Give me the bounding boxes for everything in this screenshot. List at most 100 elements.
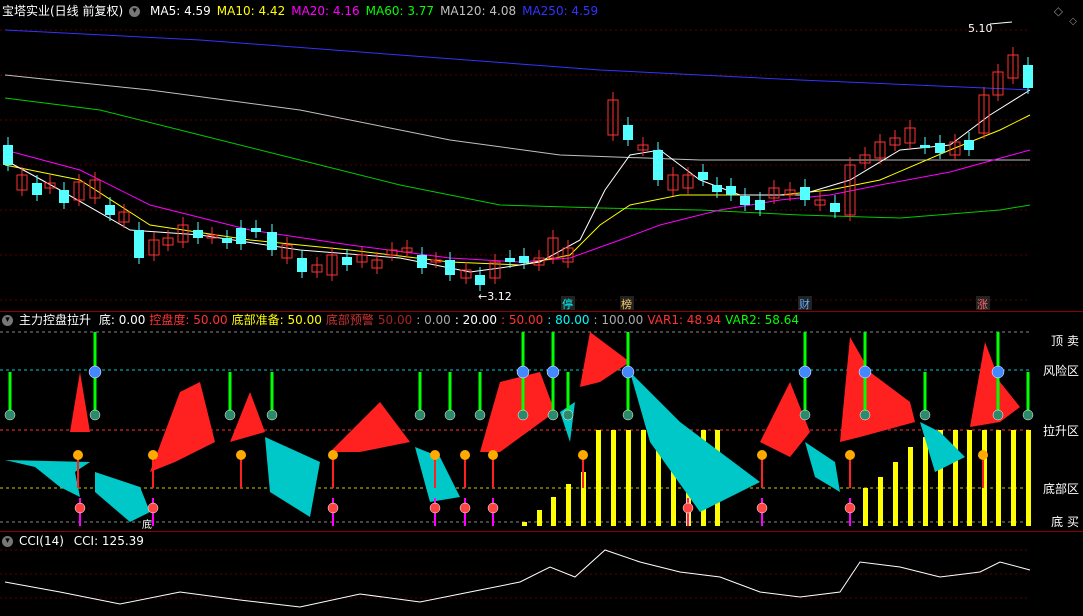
signal-dot — [859, 409, 871, 421]
event-marker: 榜 — [621, 297, 632, 311]
ma-legend: MA5: 4.59 MA10: 4.42 MA20: 4.16 MA60: 3.77 M… — [150, 4, 604, 18]
ind-bar — [1026, 430, 1031, 526]
buy-dot — [459, 502, 471, 514]
rise-dot — [488, 450, 498, 460]
rise-dot — [978, 450, 988, 460]
risk-dot — [798, 365, 812, 379]
rise-dot — [148, 450, 158, 460]
zone-rise: 拉升区 — [1042, 424, 1079, 438]
diamond-icon[interactable]: ◇ — [1054, 4, 1063, 18]
ma-legend-item: MA60: 3.77 — [365, 4, 435, 18]
ribbon-cyan — [805, 442, 840, 492]
indicator-value-item: : 50.00 — [501, 313, 544, 327]
indicator-value-item: 50.00 — [377, 313, 413, 327]
high-price-label: 5.10 — [968, 22, 993, 35]
rise-dot — [757, 450, 767, 460]
rise-dot — [460, 450, 470, 460]
ind-bar — [1011, 430, 1016, 526]
collapse-icon[interactable]: ▾ — [2, 315, 13, 326]
signal-dot — [224, 409, 236, 421]
ma-legend-item: MA5: 4.59 — [150, 4, 211, 18]
event-marker: 停 — [562, 297, 573, 311]
signal-dot — [474, 409, 486, 421]
risk-dot — [991, 365, 1005, 379]
candle-body — [105, 205, 115, 215]
cci-title: CCI(14) — [19, 534, 64, 548]
risk-dot — [516, 365, 530, 379]
ind-bar — [641, 430, 646, 526]
ribbon-cyan — [630, 372, 760, 512]
buy-dot — [844, 502, 856, 514]
risk-dot — [546, 365, 560, 379]
candle-body — [830, 203, 840, 212]
buy-dot — [327, 502, 339, 514]
indicator-value-item: VAR1: 48.94 — [647, 313, 722, 327]
rise-dot — [73, 450, 83, 460]
candle-body — [800, 187, 810, 200]
buy-dot — [756, 502, 768, 514]
candle-body — [3, 145, 13, 165]
ribbon-red — [840, 337, 915, 442]
ribbon-red — [330, 402, 410, 452]
ribbon-red — [70, 372, 90, 432]
collapse-icon[interactable]: ▾ — [129, 6, 141, 17]
high-price-arrow — [989, 21, 1013, 25]
expand-icon[interactable]: ◇ — [1069, 16, 1077, 27]
candle-body — [193, 230, 203, 238]
price-chart-pane[interactable]: 5.10 ←3.12 停 榜 财 涨 宝塔实业(日线 前复权) ▾ MA5: 4.59 MA1… — [0, 0, 1083, 312]
zone-top-sell: 顶 卖 — [1051, 334, 1079, 348]
buy-dot — [147, 502, 159, 514]
candle-body — [935, 143, 945, 153]
cci-pane[interactable]: ▾ CCI(14) CCI: 125.39 — [0, 532, 1083, 616]
signal-dot — [517, 409, 529, 421]
ma-legend-item: MA20: 4.16 — [291, 4, 360, 18]
candle-body — [740, 196, 750, 205]
candle-body — [445, 260, 455, 275]
ind-bar — [566, 484, 571, 526]
zone-risk: 风险区 — [1042, 364, 1079, 378]
ribbon-red — [480, 372, 555, 452]
signal-dot — [992, 409, 1004, 421]
ind-bar — [878, 477, 883, 526]
candle-body — [417, 255, 427, 268]
candle-body — [251, 228, 261, 232]
collapse-icon[interactable]: ▾ — [2, 536, 13, 547]
candle-body — [32, 183, 42, 195]
indicator-value-item: : 0.00 — [416, 313, 451, 327]
indicator-value-item: : 20.00 — [454, 313, 498, 327]
signal-dot — [547, 409, 559, 421]
ind-bar — [893, 462, 898, 526]
candle-body — [755, 200, 765, 210]
rise-dot — [430, 450, 440, 460]
candle-body — [222, 238, 232, 243]
candle-body — [712, 185, 722, 192]
rise-dot — [328, 450, 338, 460]
indicator-value-item: 控盘度: 50.00 — [149, 313, 228, 327]
candle-body — [653, 150, 663, 180]
indicator-pane[interactable]: 底 ▾ 主力控盘拉升 底: 0.00 控盘度: 50.00 底部准备: 50.00 底部… — [0, 312, 1083, 532]
buy-dot — [74, 502, 86, 514]
ind-bar — [522, 522, 527, 526]
buy-dot — [682, 502, 694, 514]
zone-bottom: 底部区 — [1042, 482, 1079, 496]
candle-body — [623, 125, 633, 140]
indicator-value-item: 底部预警 — [325, 313, 374, 327]
candle-body — [964, 140, 974, 150]
candle-body — [475, 275, 485, 285]
ind-bar — [996, 430, 1001, 526]
candle-body — [1023, 65, 1033, 88]
ind-bar — [863, 488, 868, 526]
signal-dot — [266, 409, 278, 421]
cci-chart — [0, 549, 1031, 608]
low-price-label: ←3.12 — [478, 290, 512, 303]
price-chart: 5.10 ←3.12 停 榜 财 涨 — [0, 21, 1033, 311]
candle-body — [134, 230, 144, 258]
ind-bar — [626, 430, 631, 526]
indicator-chart: 底 — [0, 331, 1034, 531]
signal-dot — [1022, 409, 1034, 421]
rise-dot — [236, 450, 246, 460]
ind-bar — [537, 510, 542, 526]
signal-dot — [562, 409, 574, 421]
ribbon-red — [230, 392, 265, 442]
ind-bar — [923, 437, 928, 526]
